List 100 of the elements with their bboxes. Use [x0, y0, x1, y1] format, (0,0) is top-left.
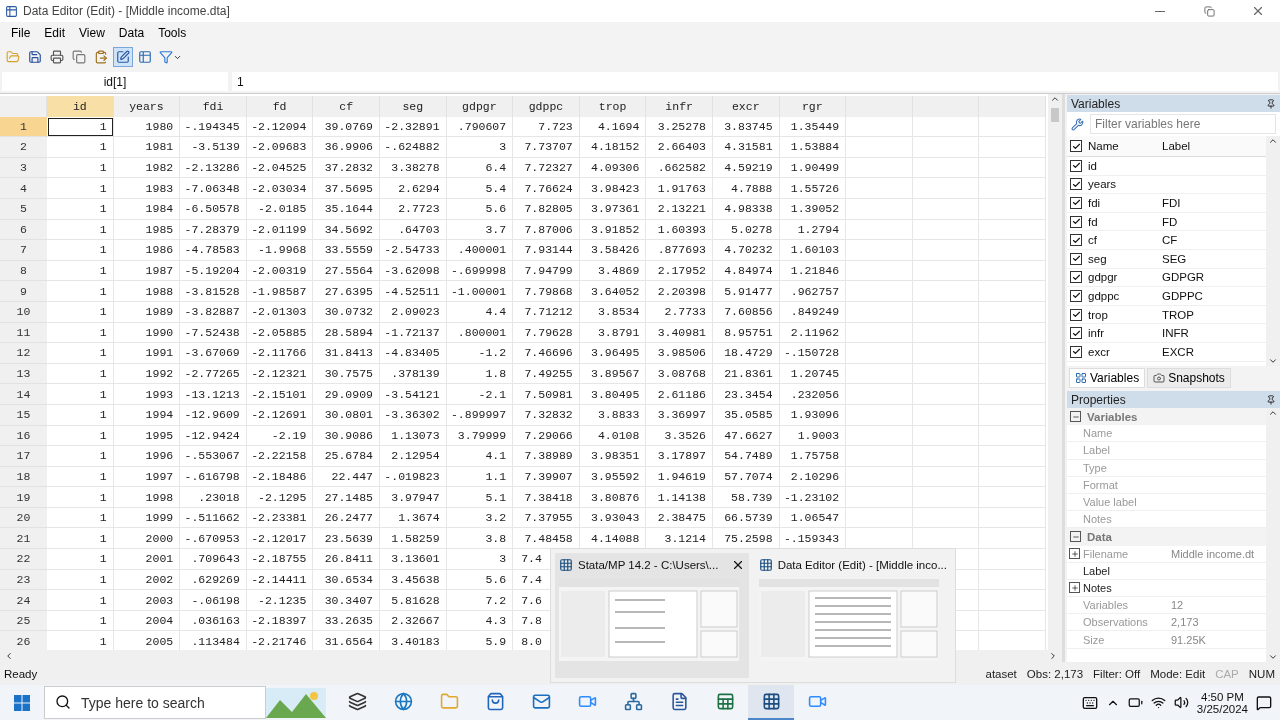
table-cell[interactable]: 7.38989 — [513, 446, 580, 467]
table-cell[interactable]: 1.94619 — [646, 466, 713, 488]
table-cell[interactable]: -1.2 — [446, 343, 514, 364]
row-number[interactable]: 13 — [0, 363, 47, 385]
table-cell[interactable]: -.194345 — [180, 116, 247, 138]
table-cell[interactable]: -2.01303 — [246, 301, 314, 323]
table-cell[interactable]: -2.1 — [446, 384, 514, 405]
table-cell[interactable]: 1997 — [113, 466, 181, 488]
table-cell[interactable]: 35.0585 — [712, 404, 780, 426]
empty-cell[interactable] — [979, 549, 1046, 570]
checkbox[interactable] — [1070, 345, 1082, 358]
table-cell[interactable]: 1.1 — [446, 466, 514, 488]
table-cell[interactable]: -2.12691 — [246, 404, 314, 426]
table-cell[interactable]: 1 — [47, 569, 114, 591]
table-cell[interactable]: 3 — [446, 549, 514, 570]
empty-cell[interactable] — [979, 322, 1046, 344]
table-cell[interactable]: .800001 — [446, 322, 514, 344]
table-cell[interactable]: 33.2635 — [313, 610, 380, 632]
empty-cell[interactable] — [846, 137, 913, 158]
table-cell[interactable]: 2.61186 — [646, 384, 713, 405]
row-number[interactable]: 18 — [0, 466, 47, 488]
collapse-icon[interactable] — [1070, 411, 1081, 423]
empty-cell[interactable] — [912, 322, 980, 344]
table-cell[interactable]: 3.3526 — [646, 425, 713, 447]
empty-cell[interactable] — [912, 487, 980, 508]
table-cell[interactable]: 5.91477 — [712, 281, 780, 302]
table-cell[interactable]: 7.71212 — [513, 301, 580, 323]
table-cell[interactable]: 1991 — [113, 343, 181, 364]
table-cell[interactable]: 28.5894 — [313, 322, 380, 344]
empty-cell[interactable] — [846, 507, 913, 529]
table-cell[interactable]: -7.52438 — [180, 322, 247, 344]
empty-cell[interactable] — [979, 157, 1046, 179]
panel-tab[interactable]: Variables — [1069, 368, 1146, 388]
table-cell[interactable]: 4.1694 — [579, 116, 647, 138]
table-cell[interactable]: -.899997 — [446, 404, 514, 426]
table-cell[interactable]: -.019823 — [379, 466, 447, 488]
checkbox[interactable] — [1070, 140, 1082, 152]
table-cell[interactable]: .629269 — [180, 569, 247, 591]
table-cell[interactable]: -2.03034 — [246, 178, 314, 199]
column-header[interactable] — [912, 96, 980, 117]
battery-icon[interactable] — [1127, 695, 1143, 710]
column-header[interactable] — [846, 96, 913, 117]
variable-name[interactable]: years — [1088, 178, 1162, 191]
table-cell[interactable]: 1.91763 — [646, 178, 713, 199]
speaker-icon[interactable] — [1173, 695, 1189, 710]
table-cell[interactable]: 27.1485 — [313, 487, 380, 508]
empty-cell[interactable] — [846, 178, 913, 199]
table-cell[interactable]: 4.31581 — [712, 137, 780, 158]
wrench-icon[interactable] — [1071, 117, 1084, 131]
scroll-up-icon[interactable] — [1268, 136, 1278, 146]
row-number[interactable]: 17 — [0, 446, 47, 467]
table-cell[interactable]: 5.4 — [446, 178, 514, 199]
table-cell[interactable]: 3.4869 — [579, 260, 647, 282]
table-cell[interactable]: 1980 — [113, 116, 181, 138]
table-cell[interactable]: 3 — [446, 137, 514, 158]
column-header[interactable]: fd — [246, 96, 314, 117]
empty-cell[interactable] — [912, 178, 980, 199]
table-cell[interactable]: 1 — [47, 363, 114, 385]
table-cell[interactable]: -2.23381 — [246, 507, 314, 529]
table-cell[interactable]: 30.7575 — [313, 363, 380, 385]
table-cell[interactable]: 30.9086 — [313, 425, 380, 447]
table-cell[interactable]: 1 — [47, 116, 114, 138]
table-cell[interactable]: 1 — [47, 507, 114, 529]
table-cell[interactable]: .23018 — [180, 487, 247, 508]
table-cell[interactable]: 3.91852 — [579, 219, 647, 241]
empty-cell[interactable] — [979, 528, 1046, 550]
row-number[interactable]: 6 — [0, 219, 47, 241]
row-number[interactable]: 4 — [0, 178, 47, 199]
table-cell[interactable]: 1.21846 — [779, 260, 847, 282]
empty-cell[interactable] — [912, 219, 980, 241]
table-cell[interactable]: 3.7 — [446, 219, 514, 241]
table-cell[interactable]: 4.4 — [446, 301, 514, 323]
table-cell[interactable]: -1.98587 — [246, 281, 314, 302]
table-cell[interactable]: 7.60856 — [712, 301, 780, 323]
empty-cell[interactable] — [846, 198, 913, 220]
table-cell[interactable]: -2.22158 — [246, 446, 314, 467]
table-cell[interactable]: 1 — [47, 610, 114, 632]
checkbox[interactable] — [1070, 289, 1082, 302]
variable-name[interactable]: cf — [1088, 234, 1162, 247]
table-cell[interactable]: 57.7074 — [712, 466, 780, 488]
empty-cell[interactable] — [979, 281, 1046, 302]
table-app-icon[interactable] — [748, 685, 794, 720]
empty-cell[interactable] — [912, 343, 980, 364]
empty-cell[interactable] — [979, 446, 1046, 467]
table-cell[interactable]: 2.20398 — [646, 281, 713, 302]
table-cell[interactable]: 36.9906 — [313, 137, 380, 158]
row-number[interactable]: 14 — [0, 384, 47, 405]
table-cell[interactable]: 1 — [47, 198, 114, 220]
variable-name[interactable]: fdi — [1088, 197, 1162, 209]
panel-tab[interactable]: Snapshots — [1147, 368, 1231, 388]
table-cell[interactable]: 6.4 — [446, 157, 514, 179]
table-cell[interactable]: 5.1 — [446, 487, 514, 508]
table-cell[interactable]: 3.89567 — [579, 363, 647, 385]
empty-cell[interactable] — [912, 240, 980, 261]
table-cell[interactable]: -5.19204 — [180, 260, 247, 282]
table-cell[interactable]: 7.38418 — [513, 487, 580, 508]
empty-cell[interactable] — [979, 301, 1046, 323]
empty-cell[interactable] — [912, 425, 980, 447]
empty-cell[interactable] — [846, 446, 913, 467]
table-cell[interactable]: 18.4729 — [712, 343, 780, 364]
